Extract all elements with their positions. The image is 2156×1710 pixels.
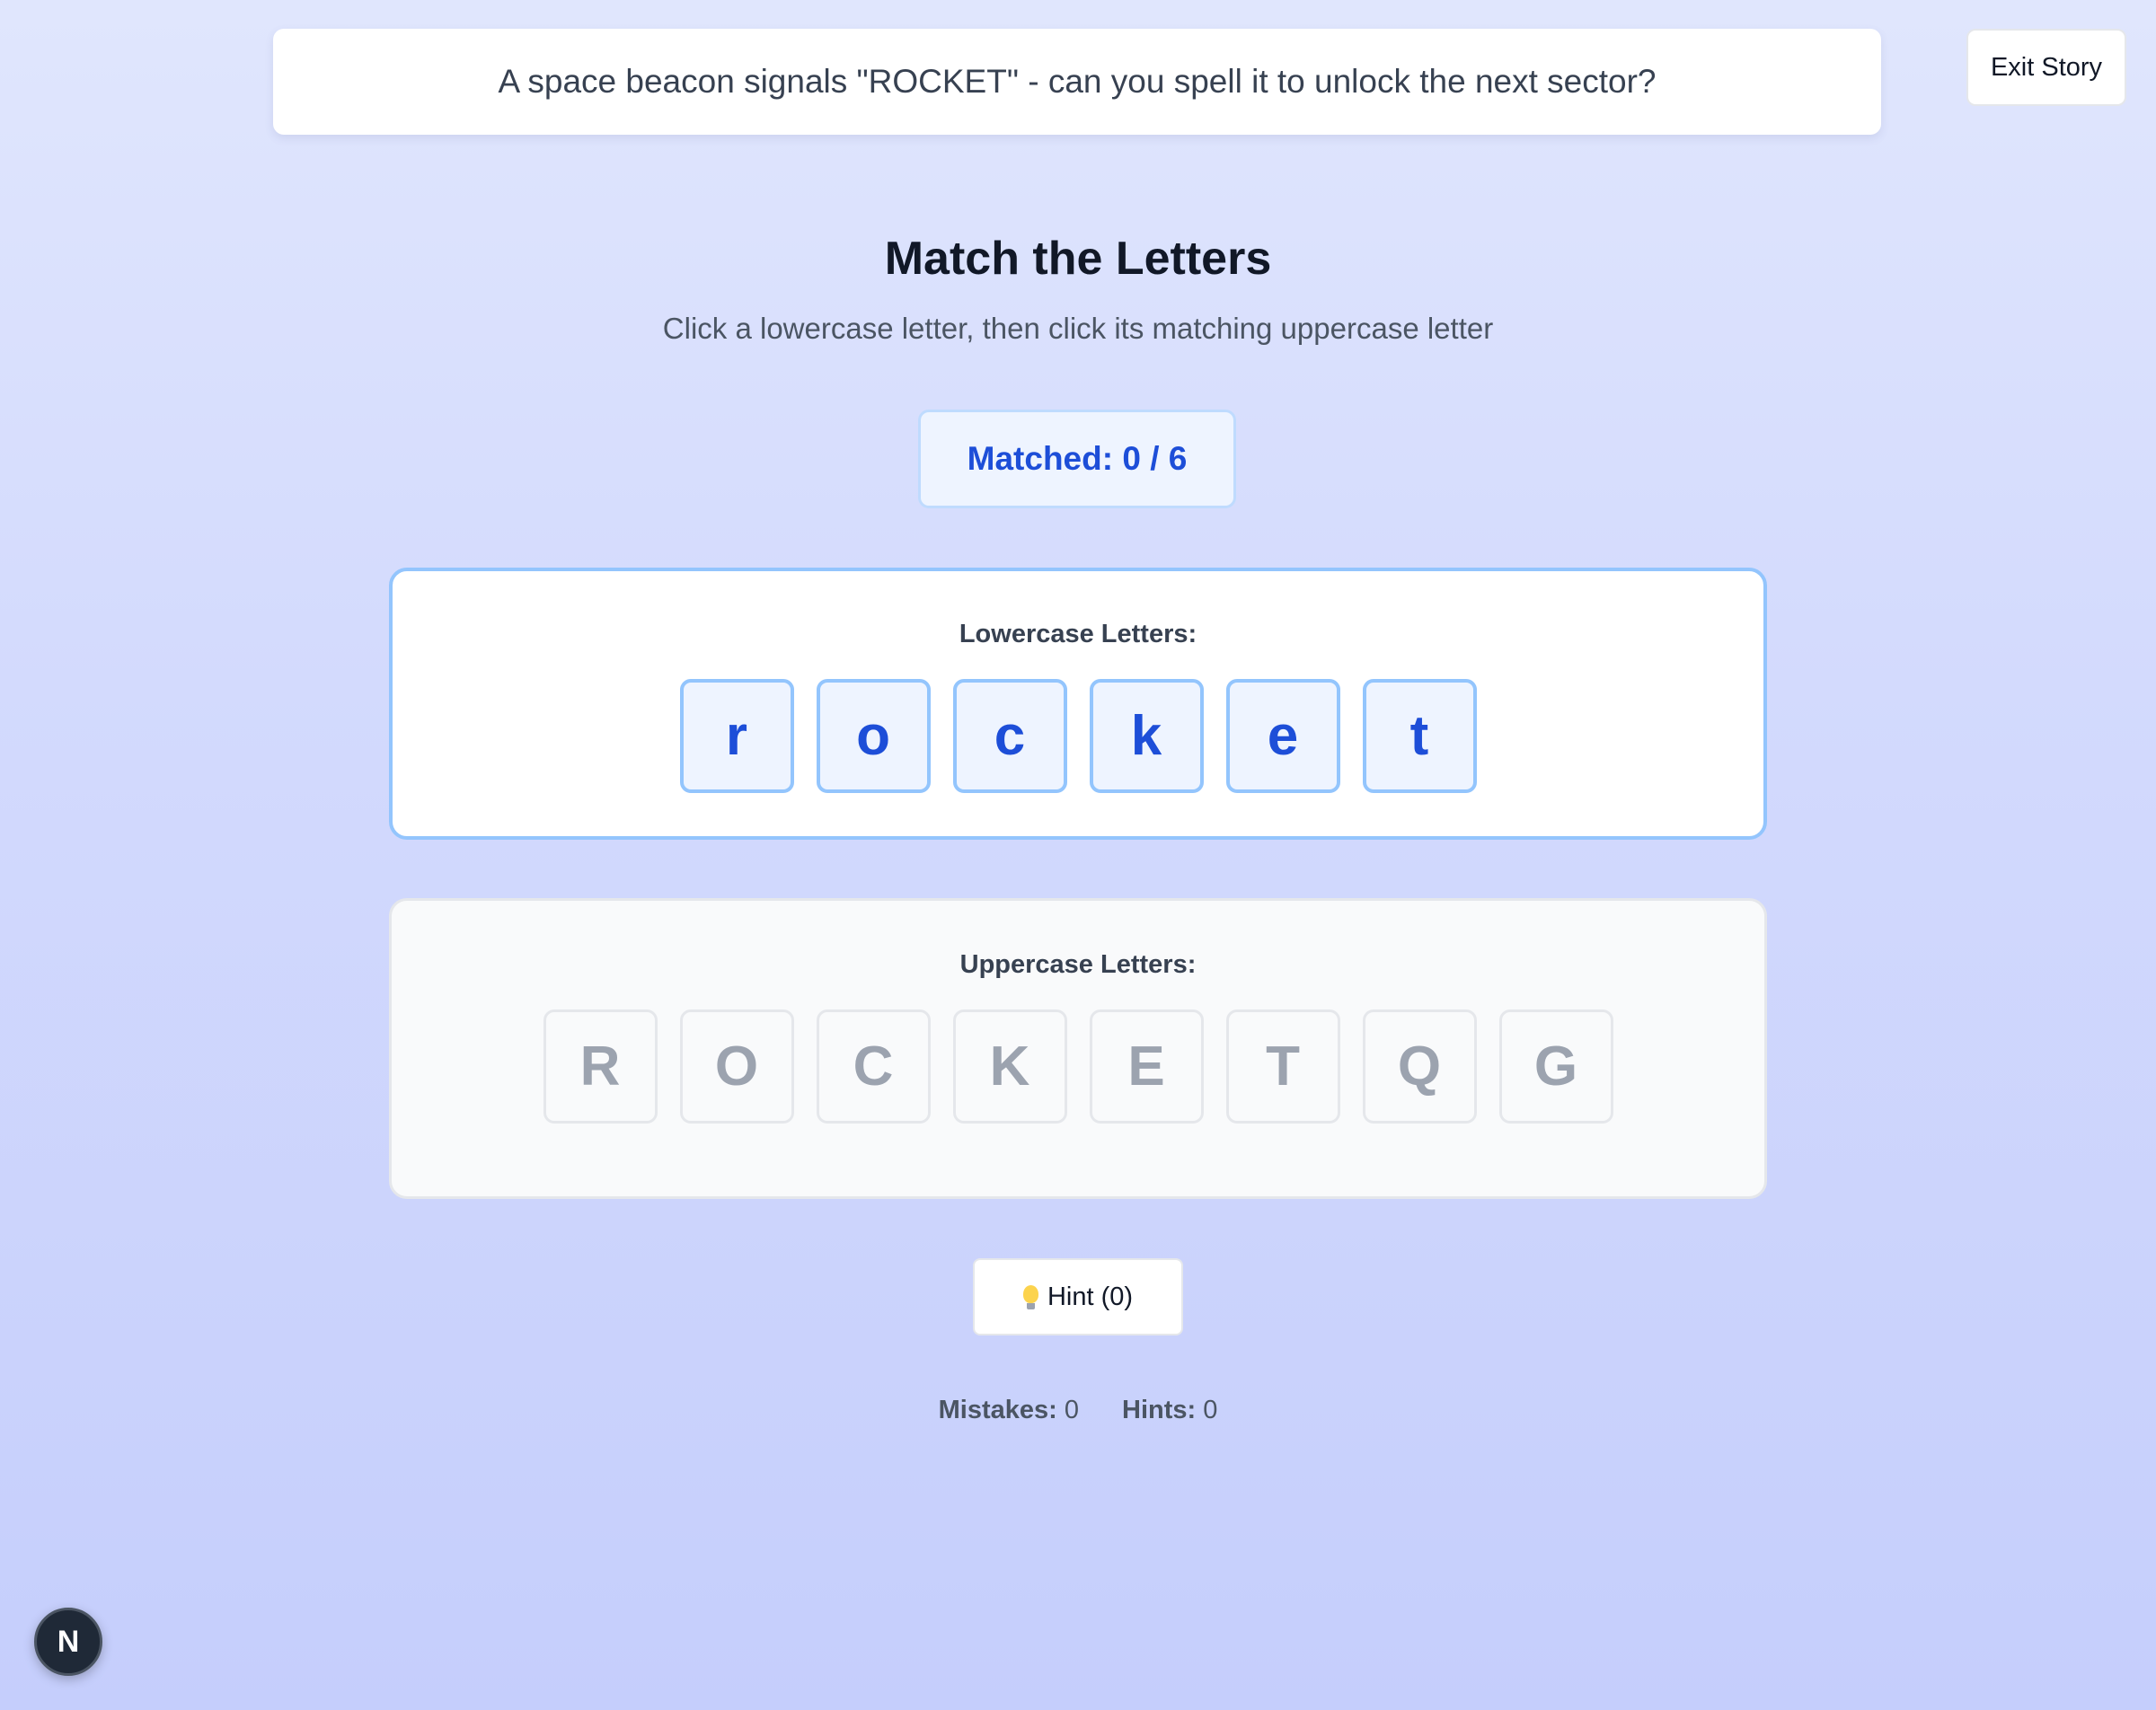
page-title: Match the Letters (884, 233, 1272, 285)
nextjs-logo-letter: N (57, 1624, 80, 1659)
exit-story-label: Exit Story (1990, 52, 2103, 82)
lowercase-tile-k[interactable]: k (1089, 679, 1204, 793)
mistakes-label: Mistakes: (938, 1396, 1057, 1424)
story-prompt-banner: A space beacon signals "ROCKET" - can yo… (273, 29, 1881, 135)
lowercase-tile-o[interactable]: o (816, 679, 931, 793)
lightbulb-icon (1022, 1284, 1038, 1309)
mistakes-stat: Mistakes: 0 (939, 1396, 1079, 1425)
lowercase-tile-t[interactable]: t (1362, 679, 1477, 793)
uppercase-tile-O[interactable]: O (679, 1009, 794, 1124)
uppercase-tile-row: R O C K E T Q G (392, 1009, 1764, 1124)
instructions-text: Click a lowercase letter, then click its… (662, 312, 1494, 345)
uppercase-tile-K[interactable]: K (952, 1009, 1067, 1124)
uppercase-letters-panel: Uppercase Letters: R O C K E T Q G (389, 898, 1767, 1199)
uppercase-tile-E[interactable]: E (1089, 1009, 1204, 1124)
mistakes-value: 0 (1064, 1396, 1079, 1424)
exit-story-button[interactable]: Exit Story (1966, 29, 2126, 106)
hints-stat: Hints: 0 (1122, 1396, 1217, 1425)
lowercase-tile-e[interactable]: e (1225, 679, 1340, 793)
lowercase-tile-c[interactable]: c (952, 679, 1067, 793)
stats-bar: Mistakes: 0 Hints: 0 (0, 1396, 2156, 1425)
uppercase-tile-Q[interactable]: Q (1362, 1009, 1477, 1124)
uppercase-tile-R[interactable]: R (543, 1009, 658, 1124)
story-prompt-text: A space beacon signals "ROCKET" - can yo… (498, 63, 1657, 100)
matched-counter: Matched: 0 / 6 (918, 410, 1236, 508)
hint-button[interactable]: Hint (0) (973, 1258, 1183, 1335)
lowercase-tile-r[interactable]: r (679, 679, 794, 793)
lowercase-letters-label: Lowercase Letters: (959, 620, 1197, 648)
hints-value: 0 (1203, 1396, 1218, 1424)
hint-button-label: Hint (0) (1047, 1282, 1134, 1311)
nextjs-logo-icon[interactable]: N (34, 1608, 102, 1676)
uppercase-tile-G[interactable]: G (1498, 1009, 1613, 1124)
matched-counter-text: Matched: 0 / 6 (967, 440, 1188, 477)
uppercase-tile-C[interactable]: C (816, 1009, 931, 1124)
lowercase-letters-panel: Lowercase Letters: r o c k e t (389, 568, 1767, 840)
lowercase-tile-row: r o c k e t (393, 679, 1763, 793)
uppercase-letters-label: Uppercase Letters: (959, 950, 1197, 979)
hints-label: Hints: (1122, 1396, 1197, 1424)
uppercase-tile-T[interactable]: T (1225, 1009, 1340, 1124)
